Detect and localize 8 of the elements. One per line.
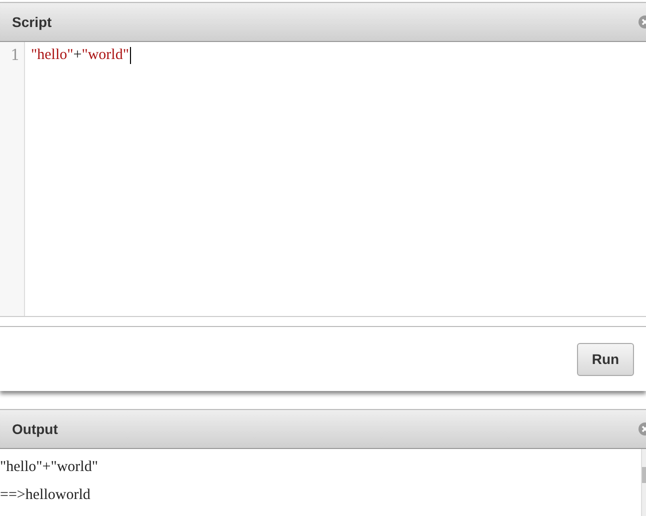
panel-title: Output	[12, 421, 58, 437]
output-line: ==>helloworld	[0, 487, 92, 505]
run-button[interactable]: Run	[577, 342, 634, 376]
panel-title: Script	[12, 14, 52, 30]
scrollbar[interactable]	[641, 449, 646, 516]
output-line: "hello"+"world"	[0, 459, 99, 477]
code-line: "hello"+"world"	[31, 46, 129, 64]
line-number: 1	[9, 45, 21, 64]
